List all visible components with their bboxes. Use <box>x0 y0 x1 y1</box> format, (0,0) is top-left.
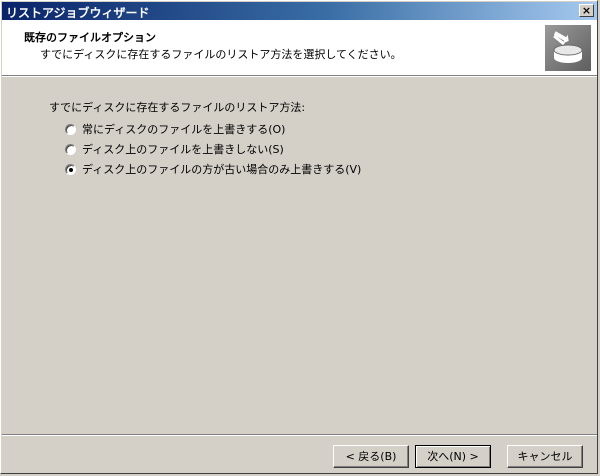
page-subtitle: すでにディスクに存在するファイルのリストア方法を選択してください。 <box>40 48 402 61</box>
option-overwrite-if-older[interactable]: ディスク上のファイルの方が古い場合のみ上書きする(V) <box>65 161 361 177</box>
option-label: ディスク上のファイルを上書きしない(S) <box>82 143 284 156</box>
radio-always-overwrite[interactable] <box>65 123 76 135</box>
option-never-overwrite[interactable]: ディスク上のファイルを上書きしない(S) <box>65 141 284 157</box>
options-panel: すでにディスクに存在するファイルのリストア方法: 常にディスクのファイルを上書き… <box>1 77 599 427</box>
option-label: 常にディスクのファイルを上書きする(O) <box>82 123 286 136</box>
radio-never-overwrite[interactable] <box>65 143 76 155</box>
title-bar[interactable]: リストアジョブウィザード × <box>2 2 597 20</box>
window-title: リストアジョブウィザード <box>6 6 150 20</box>
page-title: 既存のファイルオプション <box>24 31 156 44</box>
close-button[interactable]: × <box>579 4 594 17</box>
wizard-window: リストアジョブウィザード × 既存のファイルオプション すでにディスクに存在する… <box>0 0 598 474</box>
next-button[interactable]: 次へ(N) > <box>415 445 491 468</box>
options-prompt: すでにディスクに存在するファイルのリストア方法: <box>49 101 306 114</box>
footer-divider <box>2 434 597 436</box>
cancel-button[interactable]: キャンセル <box>507 445 583 468</box>
option-always-overwrite[interactable]: 常にディスクのファイルを上書きする(O) <box>65 121 285 137</box>
radio-overwrite-if-older[interactable] <box>65 163 76 175</box>
wizard-header: 既存のファイルオプション すでにディスクに存在するファイルのリストア方法を選択し… <box>2 20 597 76</box>
back-button[interactable]: < 戻る(B) <box>333 445 409 468</box>
option-label: ディスク上のファイルの方が古い場合のみ上書きする(V) <box>82 163 362 176</box>
restore-wizard-icon <box>545 25 591 71</box>
